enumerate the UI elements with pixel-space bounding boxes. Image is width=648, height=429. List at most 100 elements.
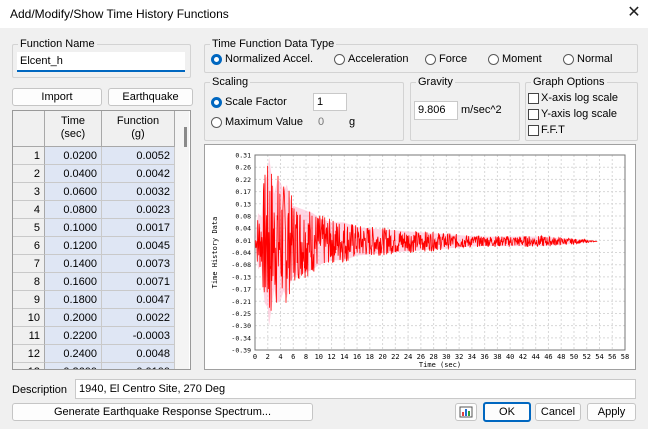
- column-header-function[interactable]: Function (g): [102, 111, 175, 147]
- function-cell[interactable]: 0.0032: [102, 183, 175, 201]
- time-cell[interactable]: 0.0200: [45, 147, 102, 165]
- force-label[interactable]: Force: [439, 53, 467, 65]
- row-number: 9: [13, 291, 45, 309]
- y-tick-label: -0.25: [231, 310, 251, 318]
- function-cell[interactable]: 0.0073: [102, 255, 175, 273]
- function-cell[interactable]: 0.0017: [102, 219, 175, 237]
- table-row[interactable]: 9 0.1800 0.0047: [13, 291, 190, 309]
- table-row[interactable]: 8 0.1600 0.0071: [13, 273, 190, 291]
- row-number: 4: [13, 201, 45, 219]
- scale-factor-input[interactable]: 1: [313, 93, 347, 111]
- chart-icon-button[interactable]: [455, 403, 477, 421]
- time-cell[interactable]: 0.1400: [45, 255, 102, 273]
- table-row[interactable]: 5 0.1000 0.0017: [13, 219, 190, 237]
- y-tick-label: -0.21: [231, 298, 251, 306]
- maximum-value-input[interactable]: 0: [318, 116, 324, 128]
- table-row[interactable]: 2 0.0400 0.0042: [13, 165, 190, 183]
- function-cell[interactable]: 0.0071: [102, 273, 175, 291]
- function-name-input[interactable]: Elcent_h: [17, 52, 185, 72]
- normal-label[interactable]: Normal: [577, 53, 612, 65]
- ok-button[interactable]: OK: [483, 402, 531, 422]
- fft-label[interactable]: F.F.T: [541, 124, 565, 136]
- y-log-label[interactable]: Y-axis log scale: [541, 108, 617, 120]
- radio-maximum-value[interactable]: [211, 117, 222, 128]
- radio-normalized-accel[interactable]: [211, 54, 222, 65]
- data-table[interactable]: Time (sec) Function (g) 1 0.0200 0.0052 2 0.…: [12, 110, 191, 370]
- scrollbar-thumb[interactable]: [184, 127, 187, 147]
- time-cell[interactable]: 0.1600: [45, 273, 102, 291]
- time-cell[interactable]: 0.0600: [45, 183, 102, 201]
- function-cell[interactable]: 0.0023: [102, 201, 175, 219]
- x-tick-label: 8: [304, 353, 308, 361]
- y-tick-label: -0.13: [231, 273, 251, 281]
- x-tick-label: 2: [266, 353, 270, 361]
- radio-force[interactable]: [425, 54, 436, 65]
- function-cell[interactable]: 0.0052: [102, 147, 175, 165]
- table-row[interactable]: 3 0.0600 0.0032: [13, 183, 190, 201]
- moment-label[interactable]: Moment: [502, 53, 542, 65]
- x-tick-label: 12: [327, 353, 335, 361]
- radio-scale-factor[interactable]: [211, 97, 222, 108]
- table-row[interactable]: 1 0.0200 0.0052: [13, 147, 190, 165]
- function-cell[interactable]: -0.0003: [102, 327, 175, 345]
- x-log-label[interactable]: X-axis log scale: [541, 92, 618, 104]
- table-corner: [13, 111, 45, 147]
- fft-checkbox[interactable]: [528, 125, 539, 136]
- time-cell[interactable]: 0.2200: [45, 327, 102, 345]
- function-cell[interactable]: 0.0045: [102, 237, 175, 255]
- table-row[interactable]: 11 0.2200 -0.0003: [13, 327, 190, 345]
- time-cell[interactable]: 0.2000: [45, 309, 102, 327]
- time-cell[interactable]: 0.1200: [45, 237, 102, 255]
- cancel-button[interactable]: Cancel: [535, 403, 581, 421]
- x-tick-label: 52: [583, 353, 591, 361]
- function-cell[interactable]: 0.0048: [102, 345, 175, 363]
- y-axis-label: Time History Data: [211, 217, 219, 289]
- y-tick-label: 0.22: [235, 176, 251, 184]
- maximum-value-label[interactable]: Maximum Value: [225, 116, 303, 128]
- time-cell[interactable]: 0.1000: [45, 219, 102, 237]
- scaling-group: Scaling: [204, 76, 404, 141]
- x-tick-label: 36: [480, 353, 488, 361]
- radio-moment[interactable]: [488, 54, 499, 65]
- x-tick-label: 42: [519, 353, 527, 361]
- radio-normal[interactable]: [563, 54, 574, 65]
- table-row[interactable]: 4 0.0800 0.0023: [13, 201, 190, 219]
- column-header-time[interactable]: Time (sec): [45, 111, 102, 147]
- x-log-checkbox[interactable]: [528, 93, 539, 104]
- scale-factor-label[interactable]: Scale Factor: [225, 96, 287, 108]
- table-row[interactable]: 12 0.2400 0.0048: [13, 345, 190, 363]
- time-cell[interactable]: 0.2600: [45, 363, 102, 369]
- table-row[interactable]: 130.26000.0100: [13, 363, 190, 369]
- table-row[interactable]: 6 0.1200 0.0045: [13, 237, 190, 255]
- x-tick-label: 10: [315, 353, 323, 361]
- function-cell[interactable]: 0.0042: [102, 165, 175, 183]
- acceleration-label[interactable]: Acceleration: [348, 53, 409, 65]
- y-tick-label: 0.31: [235, 152, 251, 160]
- x-tick-label: 48: [557, 353, 565, 361]
- time-cell[interactable]: 0.2400: [45, 345, 102, 363]
- function-cell[interactable]: 0.0100: [102, 363, 175, 369]
- radio-acceleration[interactable]: [334, 54, 345, 65]
- y-log-checkbox[interactable]: [528, 109, 539, 120]
- earthquake-button[interactable]: Earthquake: [108, 88, 193, 106]
- generate-spectrum-button[interactable]: Generate Earthquake Response Spectrum...: [12, 403, 313, 421]
- normalized-accel-label[interactable]: Normalized Accel.: [225, 53, 313, 65]
- time-history-plot: 0 2 4 6 8 10 12 14 16 18 20 22 24 26 28 30 32 34 36 38 40 42 4…: [204, 144, 636, 370]
- y-tick-label: 0.17: [235, 188, 251, 196]
- time-cell[interactable]: 0.0800: [45, 201, 102, 219]
- time-cell[interactable]: 0.0400: [45, 165, 102, 183]
- close-icon[interactable]: ✕: [622, 2, 646, 24]
- function-header-line2: (g): [131, 128, 145, 140]
- table-scrollbar[interactable]: [175, 111, 189, 369]
- gravity-input[interactable]: 9.806: [414, 101, 458, 120]
- table-row[interactable]: 10 0.2000 0.0022: [13, 309, 190, 327]
- function-cell[interactable]: 0.0022: [102, 309, 175, 327]
- apply-button[interactable]: Apply: [587, 403, 636, 421]
- description-input[interactable]: 1940, El Centro Site, 270 Deg: [75, 379, 636, 399]
- x-axis-label: Time (sec): [419, 361, 461, 369]
- function-cell[interactable]: 0.0047: [102, 291, 175, 309]
- y-tick-label: -0.17: [231, 286, 251, 294]
- time-cell[interactable]: 0.1800: [45, 291, 102, 309]
- table-row[interactable]: 7 0.1400 0.0073: [13, 255, 190, 273]
- import-button[interactable]: Import: [12, 88, 102, 106]
